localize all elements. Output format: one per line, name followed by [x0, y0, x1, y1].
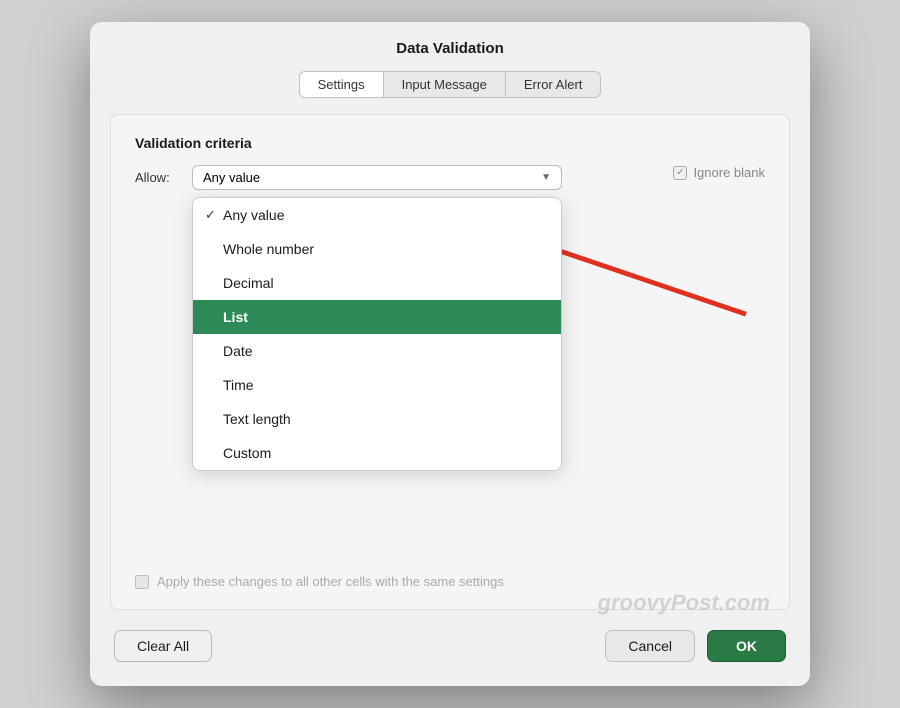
- dropdown-menu: Any value Whole number Decimal List Date…: [192, 197, 562, 471]
- dropdown-item-decimal[interactable]: Decimal: [193, 266, 561, 300]
- ok-button[interactable]: OK: [707, 630, 786, 662]
- apply-changes-label: Apply these changes to all other cells w…: [157, 574, 504, 589]
- tab-settings[interactable]: Settings: [299, 71, 384, 98]
- dialog-footer: Clear All Cancel OK: [90, 610, 810, 662]
- cancel-button[interactable]: Cancel: [605, 630, 695, 662]
- apply-row: Apply these changes to all other cells w…: [135, 558, 765, 589]
- dropdown-item-list[interactable]: List: [193, 300, 561, 334]
- dialog-body: Validation criteria Allow: Any value ▼ A…: [110, 114, 790, 610]
- dropdown-item-whole-number[interactable]: Whole number: [193, 232, 561, 266]
- apply-changes-checkbox[interactable]: [135, 575, 149, 589]
- footer-right-buttons: Cancel OK: [605, 630, 786, 662]
- dropdown-item-time[interactable]: Time: [193, 368, 561, 402]
- dropdown-item-text-length[interactable]: Text length: [193, 402, 561, 436]
- clear-all-button[interactable]: Clear All: [114, 630, 212, 662]
- dropdown-item-any-value[interactable]: Any value: [193, 198, 561, 232]
- data-validation-dialog: Data Validation Settings Input Message E…: [90, 22, 810, 686]
- dropdown-item-custom[interactable]: Custom: [193, 436, 561, 470]
- allow-label: Allow:: [135, 170, 180, 185]
- dropdown-item-date[interactable]: Date: [193, 334, 561, 368]
- dialog-title: Data Validation: [90, 22, 810, 71]
